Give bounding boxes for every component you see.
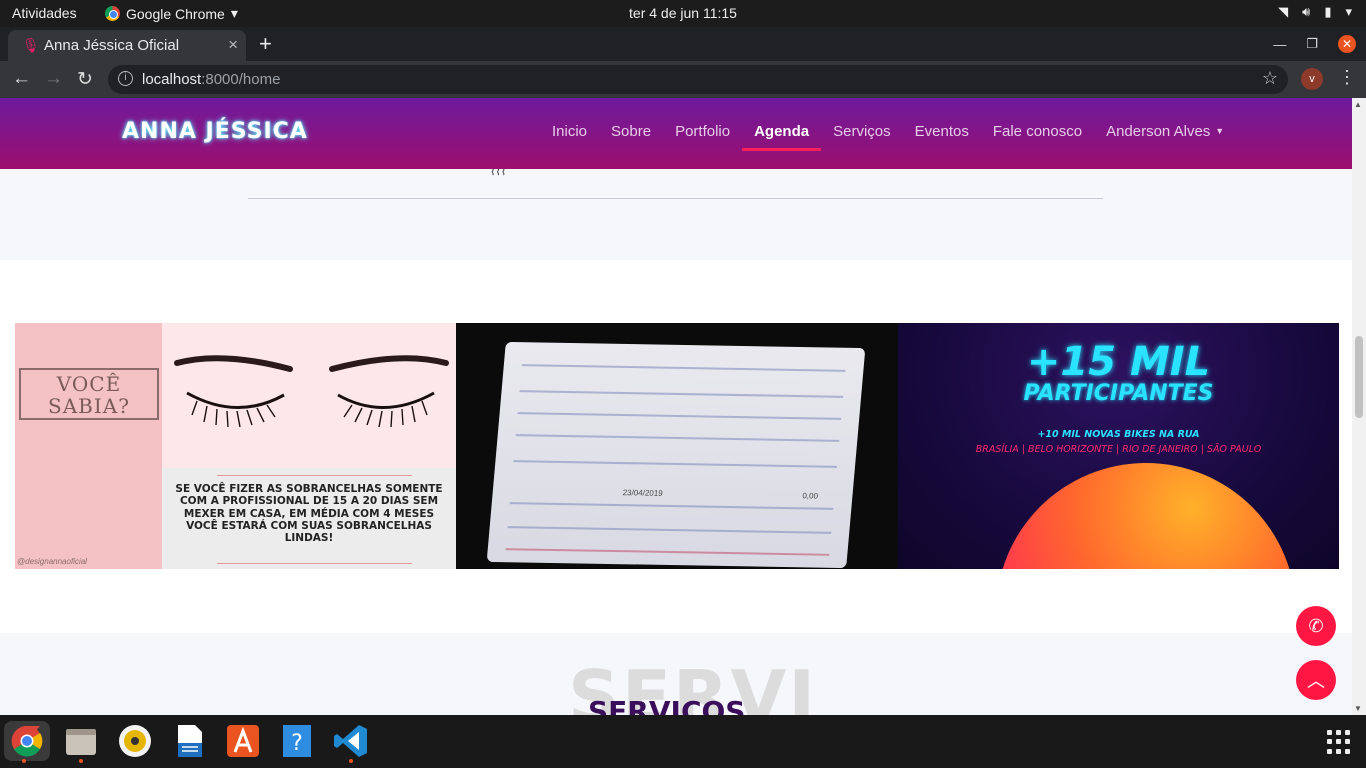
back-icon[interactable]: ← bbox=[12, 68, 31, 90]
scrollbar-thumb[interactable] bbox=[1355, 336, 1363, 418]
close-window-icon[interactable]: ✕ bbox=[1338, 35, 1356, 53]
document-photo: 23/04/2019 0,00 bbox=[486, 341, 866, 569]
card-handle: @designannaoficial bbox=[17, 557, 87, 566]
battery-icon: ▮ bbox=[1324, 4, 1332, 19]
doc-line bbox=[515, 434, 840, 442]
menu-item-portfolio[interactable]: Portfolio bbox=[663, 123, 742, 140]
doc-line bbox=[519, 390, 844, 398]
vscode-icon[interactable] bbox=[331, 721, 371, 763]
whatsapp-icon: ✆ bbox=[1308, 616, 1324, 636]
card-title-box: VOCÊ SABIA? bbox=[19, 368, 159, 420]
app-menu-label: Google Chrome bbox=[126, 5, 225, 22]
event-tagline: +10 MIL NOVAS BIKES NA RUA bbox=[1037, 429, 1200, 440]
ornament-line bbox=[217, 475, 412, 476]
closed-eyes-illustration bbox=[162, 323, 456, 468]
chevron-up-icon: ︿ bbox=[1307, 671, 1325, 691]
menu-item-agenda[interactable]: Agenda bbox=[742, 123, 822, 151]
new-tab-button[interactable]: + bbox=[259, 31, 272, 57]
menu-item-inicio[interactable]: Inicio bbox=[540, 123, 599, 140]
doc-value: 0,00 bbox=[802, 491, 819, 501]
portfolio-gallery: VOCÊ SABIA? @designannaoficial SE VOCÊ F… bbox=[15, 323, 1339, 569]
doc-line bbox=[505, 548, 830, 556]
svg-text:?: ? bbox=[291, 731, 303, 756]
menu-kebab-icon[interactable]: ⋮ bbox=[1338, 67, 1356, 88]
section-title: SERVIÇOS bbox=[588, 695, 746, 715]
doc-line bbox=[509, 502, 834, 510]
card-caption: SE VOCÊ FIZER AS SOBRANCELHAS SOMENTE CO… bbox=[175, 483, 443, 545]
divider bbox=[248, 198, 1103, 199]
event-subheadline: PARTICIPANTES bbox=[1023, 381, 1214, 406]
user-menu-dropdown[interactable]: Anderson Alves ▼ bbox=[1094, 123, 1236, 140]
window-controls: — ❐ ✕ bbox=[1273, 35, 1356, 53]
page-viewport: ANNA JÉSSICA Inicio Sobre Portfolio Agen… bbox=[0, 98, 1352, 715]
site-navbar: ANNA JÉSSICA Inicio Sobre Portfolio Agen… bbox=[0, 98, 1352, 169]
services-section: SERVI SERVIÇOS bbox=[0, 633, 1352, 715]
writer-icon[interactable] bbox=[169, 721, 209, 761]
tab-strip: 🎙︎ Anna Jéssica Oficial × + — ❐ ✕ bbox=[0, 27, 1366, 61]
whatsapp-button[interactable]: ✆ bbox=[1296, 606, 1336, 646]
ornament-line bbox=[217, 563, 412, 564]
wifi-icon: ◥ bbox=[1278, 4, 1289, 19]
files-icon[interactable] bbox=[61, 721, 101, 763]
minimize-icon[interactable]: — bbox=[1273, 37, 1286, 52]
doc-date: 23/04/2019 bbox=[622, 488, 664, 498]
close-tab-icon[interactable]: × bbox=[228, 35, 238, 55]
main-menu: Inicio Sobre Portfolio Agenda Serviços E… bbox=[540, 123, 1236, 151]
site-logo[interactable]: ANNA JÉSSICA bbox=[122, 119, 308, 144]
rhythmbox-icon[interactable] bbox=[115, 721, 155, 761]
gallery-card-document[interactable]: 23/04/2019 0,00 bbox=[456, 323, 898, 569]
running-indicator bbox=[22, 759, 26, 763]
user-menu-label: Anderson Alves bbox=[1106, 123, 1211, 140]
running-indicator bbox=[349, 759, 353, 763]
gallery-card-eyebrows[interactable]: VOCÊ SABIA? @designannaoficial SE VOCÊ F… bbox=[15, 323, 456, 569]
maximize-icon[interactable]: ❐ bbox=[1306, 36, 1318, 52]
app-menu[interactable]: Google Chrome ▾ bbox=[105, 5, 238, 22]
address-bar[interactable]: i localhost:8000/home ☆ bbox=[108, 65, 1288, 94]
forward-icon[interactable]: → bbox=[44, 68, 63, 90]
system-tray[interactable]: ◥ 🔊︎ ▮ ▾ bbox=[1278, 4, 1352, 20]
show-applications-icon[interactable] bbox=[1327, 730, 1351, 754]
reload-icon[interactable]: ↻ bbox=[77, 68, 93, 91]
back-to-top-button[interactable]: ︿ bbox=[1296, 660, 1336, 700]
page-scrollbar[interactable]: ▲ ▼ bbox=[1352, 98, 1366, 715]
event-headline: +15 MIL bbox=[1026, 339, 1211, 385]
doc-line bbox=[507, 526, 832, 534]
bookmark-star-icon[interactable]: ☆ bbox=[1262, 68, 1278, 89]
doc-line bbox=[517, 412, 842, 420]
help-icon[interactable]: ? bbox=[277, 721, 317, 761]
doc-line bbox=[521, 364, 846, 372]
profile-avatar[interactable]: v bbox=[1301, 68, 1323, 90]
event-cities: BRASÍLIA | BELO HORIZONTE | RIO DE JANEI… bbox=[975, 444, 1262, 455]
menu-item-eventos[interactable]: Eventos bbox=[903, 123, 981, 140]
browser-tab[interactable]: 🎙︎ Anna Jéssica Oficial × bbox=[8, 30, 246, 61]
gallery-card-event[interactable]: +15 MIL PARTICIPANTES +10 MIL NOVAS BIKE… bbox=[898, 323, 1339, 569]
scroll-down-icon[interactable]: ▼ bbox=[1354, 704, 1362, 713]
menu-item-fale-conosco[interactable]: Fale conosco bbox=[981, 123, 1094, 140]
microphone-icon: 🎙︎ bbox=[22, 37, 40, 53]
chevron-down-icon: ▾ bbox=[230, 5, 238, 21]
browser-toolbar: ← → ↻ i localhost:8000/home ☆ v ⋮ bbox=[0, 61, 1366, 98]
software-center-icon[interactable] bbox=[223, 721, 263, 761]
system-top-bar: Atividades Google Chrome ▾ ter 4 de jun … bbox=[0, 0, 1366, 27]
dock-chrome[interactable] bbox=[4, 721, 50, 763]
menu-item-sobre[interactable]: Sobre bbox=[599, 123, 663, 140]
volume-icon: 🔊︎ bbox=[1302, 4, 1311, 19]
url-text[interactable]: localhost:8000/home bbox=[142, 71, 280, 88]
planet-illustration bbox=[996, 463, 1296, 569]
chrome-icon bbox=[105, 6, 120, 21]
running-indicator bbox=[79, 759, 83, 763]
chevron-down-icon: ▾ bbox=[1345, 4, 1352, 19]
doc-line bbox=[513, 460, 838, 468]
caret-down-icon: ▼ bbox=[1215, 126, 1225, 136]
dock: ? bbox=[0, 715, 1366, 768]
card-left-panel bbox=[15, 323, 162, 569]
activities-button[interactable]: Atividades bbox=[12, 5, 77, 21]
menu-item-servicos[interactable]: Serviços bbox=[821, 123, 903, 140]
tab-title: Anna Jéssica Oficial bbox=[44, 37, 180, 54]
info-icon[interactable]: i bbox=[118, 71, 133, 86]
agenda-section-end: ⌇⌇⌇ bbox=[0, 166, 1352, 260]
scroll-up-icon[interactable]: ▲ bbox=[1354, 100, 1362, 109]
